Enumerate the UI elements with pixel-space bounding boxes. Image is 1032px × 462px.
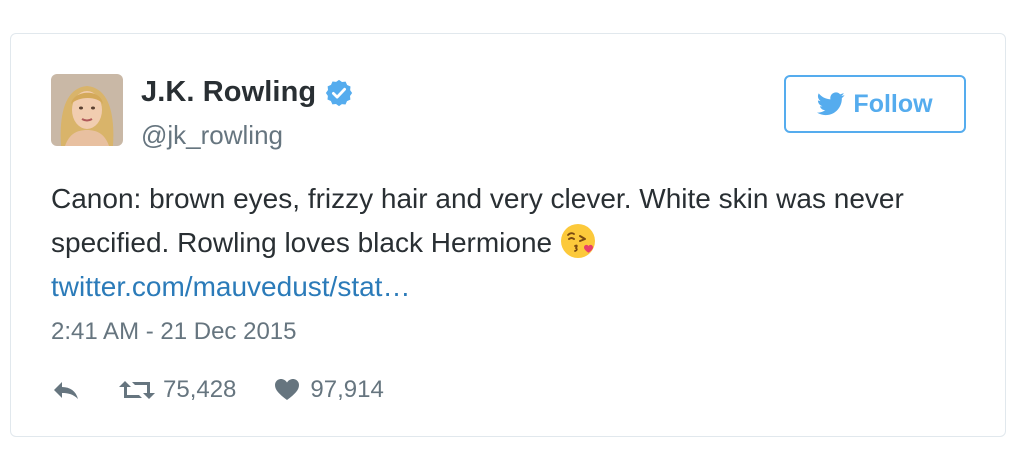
like-button[interactable]: 97,914: [274, 376, 384, 404]
verified-badge-icon: [326, 79, 353, 106]
timestamp[interactable]: 2:41 AM - 21 Dec 2015: [51, 318, 296, 346]
like-count: 97,914: [310, 376, 384, 403]
follow-label: Follow: [853, 89, 933, 118]
author-row: J.K. Rowling: [141, 76, 354, 109]
twitter-bird-icon: [817, 92, 845, 116]
heart-icon: [275, 379, 300, 400]
tweet-text: Canon: brown eyes, frizzy hair and very …: [51, 183, 904, 258]
tweet-card: J.K. Rowling @jk_rowling Follow Canon: b…: [10, 33, 1006, 437]
action-bar: 75,428 97,914: [51, 376, 384, 404]
retweet-count: 75,428: [163, 376, 237, 403]
author-name[interactable]: J.K. Rowling: [141, 76, 316, 109]
author-handle[interactable]: @jk_rowling: [141, 120, 283, 151]
retweet-icon: [119, 381, 155, 399]
retweet-button[interactable]: 75,428: [119, 376, 236, 404]
tweet-link[interactable]: twitter.com/mauvedust/stat…: [51, 265, 971, 309]
avatar[interactable]: [51, 74, 123, 146]
face-throwing-kiss-emoji: [561, 224, 596, 258]
reply-icon: [54, 382, 78, 399]
avatar-image: [51, 74, 123, 146]
tweet-text-block: Canon: brown eyes, frizzy hair and very …: [51, 177, 971, 309]
follow-button[interactable]: Follow: [784, 75, 966, 133]
reply-button[interactable]: [51, 378, 81, 402]
